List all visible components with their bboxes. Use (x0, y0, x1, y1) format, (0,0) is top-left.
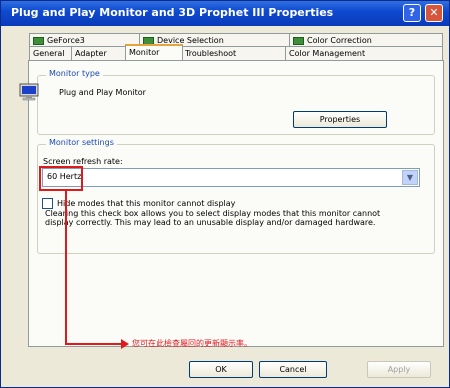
annotation-arrow-head (121, 339, 129, 349)
chevron-down-icon[interactable]: ▼ (402, 170, 418, 185)
tab-color-management[interactable]: Color Management (285, 46, 443, 60)
properties-button[interactable]: Properties (293, 111, 387, 128)
warning-description: Clearing this check box allows you to se… (45, 209, 381, 227)
apply-button[interactable]: Apply (367, 361, 431, 378)
annotation-arrow-line (65, 343, 123, 345)
monitor-settings-title: Monitor settings (46, 138, 117, 147)
refresh-rate-label: Screen refresh rate: (43, 157, 123, 166)
annotation-text: 您可在此檢查屬回的更新顯示率。 (132, 339, 252, 348)
tab-label: Color Correction (307, 36, 372, 45)
close-button[interactable]: ✕ (425, 4, 443, 22)
tab-adapter[interactable]: Adapter (71, 46, 127, 60)
monitor-icon (19, 83, 39, 101)
monitor-name: Plug and Play Monitor (59, 88, 146, 97)
hide-modes-checkbox[interactable] (42, 198, 53, 209)
highlight-box (39, 166, 83, 191)
window-title: Plug and Play Monitor and 3D Prophet III… (11, 6, 334, 19)
monitor-type-title: Monitor type (46, 69, 103, 78)
title-bar[interactable]: Plug and Play Monitor and 3D Prophet III… (1, 1, 449, 26)
nvidia-icon (33, 36, 44, 45)
help-button[interactable]: ? (403, 4, 421, 22)
annotation-arrow-line (65, 191, 67, 345)
hide-modes-label: Hide modes that this monitor cannot disp… (57, 199, 236, 208)
nvidia-icon (293, 36, 304, 45)
cancel-button[interactable]: Cancel (259, 361, 327, 378)
tab-troubleshoot[interactable]: Troubleshoot (181, 46, 287, 60)
tab-label: GeForce3 (47, 36, 85, 45)
tab-color-correction[interactable]: Color Correction (289, 33, 443, 47)
properties-window: Plug and Play Monitor and 3D Prophet III… (0, 0, 450, 388)
tab-monitor[interactable]: Monitor (125, 44, 183, 60)
refresh-rate-select[interactable]: 60 Hertz ▼ (42, 168, 420, 187)
ok-button[interactable]: OK (189, 361, 253, 378)
tab-general[interactable]: General (29, 46, 73, 60)
